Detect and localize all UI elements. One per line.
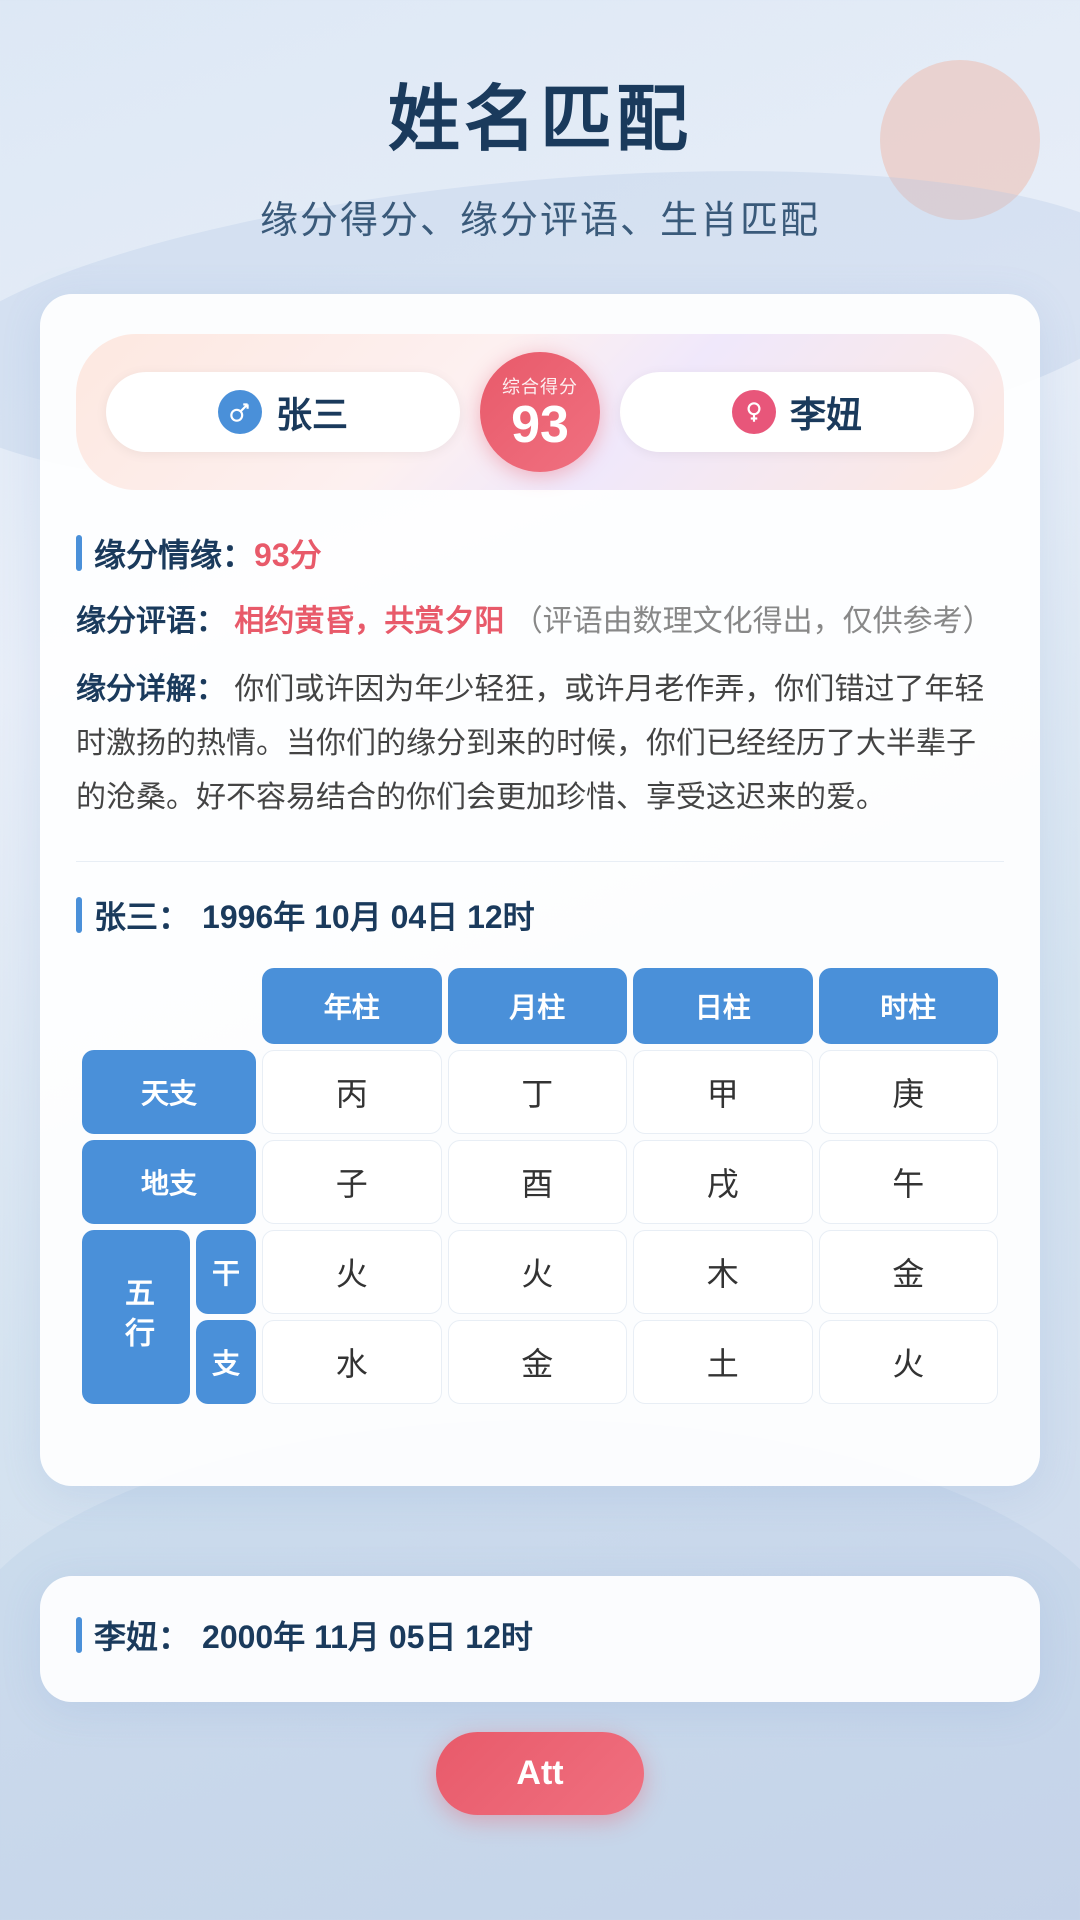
table-row-wuxing-zhi: 支 水 金 土 火 [82,1320,998,1404]
male-name: 张三 [276,386,348,438]
dizhi-yue: 酉 [448,1140,628,1224]
wuxing-main-label: 五行 [82,1230,190,1404]
female-icon [732,390,776,434]
col-header-shi: 时柱 [819,968,999,1044]
score-circle: 综合得分 93 [480,352,600,472]
score-number: 93 [511,399,569,451]
dizhi-label: 地支 [82,1140,256,1224]
yuanfen-title-text: 缘分情缘：93分 [94,530,322,576]
divider-1 [76,861,1004,862]
page-subtitle: 缘分得分、缘分评语、生肖匹配 [40,189,1040,244]
wuxing-gan-yue: 火 [448,1230,628,1314]
table-row-dizhi: 地支 子 酉 戌 午 [82,1140,998,1224]
cta-area: Att [40,1732,1040,1815]
wuxing-zhi-nian: 水 [262,1320,442,1404]
person1-bazi-table: 年柱 月柱 日柱 时柱 天支 丙 丁 甲 庚 地支 子 酉 戌 午 五行 [76,962,1004,1410]
tiangan-nian: 丙 [262,1050,442,1134]
dizhi-nian: 子 [262,1140,442,1224]
wuxing-gan-nian: 火 [262,1230,442,1314]
table-row-wuxing-gan: 五行 干 火 火 木 金 [82,1230,998,1314]
yuanfen-review: 缘分评语： 相约黄昏，共赏夕阳 （评语由数理文化得出，仅供参考） [76,596,1004,647]
wuxing-gan-shi: 金 [819,1230,999,1314]
title-bar-icon-2 [76,897,82,933]
person2-card: 李妞： 2000年 11月 05日 12时 [40,1576,1040,1702]
person2-bazi-title: 李妞： 2000年 11月 05日 12时 [76,1612,1004,1658]
main-card: 张三 综合得分 93 李妞 [40,294,1040,1486]
yuanfen-title: 缘分情缘：93分 [76,530,1004,576]
wuxing-zhi-shi: 火 [819,1320,999,1404]
person2-birth-info: 2000年 11月 05日 12时 [202,1612,533,1658]
person1-name-label: 张三： [94,892,190,938]
female-person-badge: 李妞 [620,372,974,452]
title-bar-icon-3 [76,1617,82,1653]
score-header: 张三 综合得分 93 李妞 [76,334,1004,490]
male-person-badge: 张三 [106,372,460,452]
col-header-yue: 月柱 [448,968,628,1044]
yuanfen-section: 缘分情缘：93分 缘分评语： 相约黄昏，共赏夕阳 （评语由数理文化得出，仅供参考… [76,530,1004,825]
tiangan-shi: 庚 [819,1050,999,1134]
tiangan-yue: 丁 [448,1050,628,1134]
table-row-tiangan: 天支 丙 丁 甲 庚 [82,1050,998,1134]
female-name: 李妞 [790,386,862,438]
person2-name-label: 李妞： [94,1612,190,1658]
tiangan-label: 天支 [82,1050,256,1134]
col-header-ri: 日柱 [633,968,813,1044]
cta-button[interactable]: Att [436,1732,643,1815]
person1-bazi-title: 张三： 1996年 10月 04日 12时 [76,892,1004,938]
title-bar-icon [76,535,82,571]
dizhi-shi: 午 [819,1140,999,1224]
dizhi-ri: 戌 [633,1140,813,1224]
col-header-nian: 年柱 [262,968,442,1044]
wuxing-zhi-ri: 土 [633,1320,813,1404]
yuanfen-detail: 缘分详解： 你们或许因为年少轻狂，或许月老作弄，你们错过了年轻时激扬的热情。当你… [76,663,1004,825]
wuxing-zhi-label: 支 [196,1320,256,1404]
wuxing-zhi-yue: 金 [448,1320,628,1404]
wuxing-gan-ri: 木 [633,1230,813,1314]
person1-birth-info: 1996年 10月 04日 12时 [202,892,535,938]
tiangan-ri: 甲 [633,1050,813,1134]
page-title: 姓名匹配 [40,60,1040,165]
person1-bazi-section: 张三： 1996年 10月 04日 12时 年柱 月柱 日柱 时柱 天支 丙 丁… [76,892,1004,1410]
male-icon [218,390,262,434]
wuxing-gan-label: 干 [196,1230,256,1314]
